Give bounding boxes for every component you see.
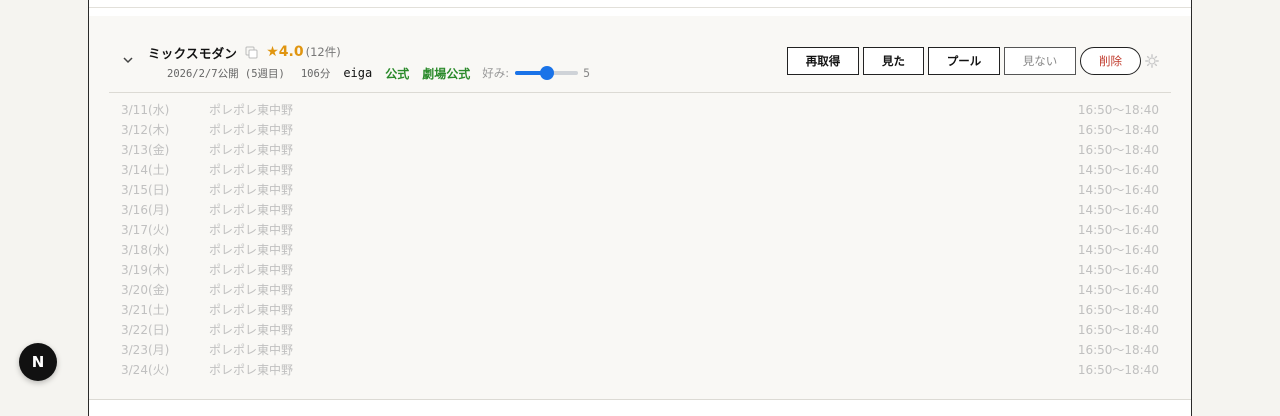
not-watching-button[interactable]: 見ない xyxy=(1004,47,1076,75)
theater-official-link[interactable]: 劇場公式 xyxy=(422,65,470,82)
showing-date: 3/19(木) xyxy=(121,263,170,277)
card-divider xyxy=(109,92,1171,93)
showing-row[interactable]: 3/20(金) ポレポレ東中野 14:50〜16:40 xyxy=(89,280,1191,300)
showing-venue: ポレポレ東中野 xyxy=(209,123,294,137)
showing-time: 14:50〜16:40 xyxy=(1077,183,1159,197)
app-menu-button[interactable]: N xyxy=(19,343,57,381)
showing-date: 3/13(金) xyxy=(121,143,170,157)
title-line: ミックスモダン ★4.0 (12件) xyxy=(148,43,341,61)
rating-count: (12件) xyxy=(305,45,341,59)
showing-date: 3/22(日) xyxy=(121,323,170,337)
showing-venue: ポレポレ東中野 xyxy=(209,263,294,277)
showings-list: 3/11(水) ポレポレ東中野 16:50〜18:40 3/12(木) ポレポレ東中野 1… xyxy=(89,100,1191,380)
slider-thumb[interactable] xyxy=(539,66,554,80)
showing-row[interactable]: 3/24(火) ポレポレ東中野 16:50〜18:40 xyxy=(89,360,1191,380)
refetch-button[interactable]: 再取得 xyxy=(787,47,859,75)
pool-button[interactable]: プール xyxy=(928,47,1000,75)
showing-venue: ポレポレ東中野 xyxy=(209,203,294,217)
showing-row[interactable]: 3/15(日) ポレポレ東中野 14:50〜16:40 xyxy=(89,180,1191,200)
showing-venue: ポレポレ東中野 xyxy=(209,283,294,297)
showing-row[interactable]: 3/23(月) ポレポレ東中野 16:50〜18:40 xyxy=(89,340,1191,360)
preference-label: 好み: xyxy=(482,66,510,80)
watched-button[interactable]: 見た xyxy=(863,47,924,75)
showing-time: 14:50〜16:40 xyxy=(1077,223,1159,237)
showing-row[interactable]: 3/19(木) ポレポレ東中野 14:50〜16:40 xyxy=(89,260,1191,280)
movie-card: ミックスモダン ★4.0 (12件) 2026/2/7公開 (5週目) 106分… xyxy=(89,16,1191,400)
showing-time: 16:50〜18:40 xyxy=(1077,303,1159,317)
showing-time: 16:50〜18:40 xyxy=(1077,123,1159,137)
delete-button[interactable]: 削除 xyxy=(1080,47,1141,75)
showing-venue: ポレポレ東中野 xyxy=(209,303,294,317)
meta-line: 2026/2/7公開 (5週目) 106分 eiga 公式 劇場公式 好み: 5 xyxy=(167,64,590,82)
rating-score: ★4.0 xyxy=(266,44,304,60)
official-link[interactable]: 公式 xyxy=(385,65,409,82)
showing-date: 3/12(木) xyxy=(121,123,170,137)
showing-date: 3/14(土) xyxy=(121,163,170,177)
showing-venue: ポレポレ東中野 xyxy=(209,323,294,337)
showing-row[interactable]: 3/17(火) ポレポレ東中野 14:50〜16:40 xyxy=(89,220,1191,240)
showing-time: 14:50〜16:40 xyxy=(1077,243,1159,257)
showing-row[interactable]: 3/13(金) ポレポレ東中野 16:50〜18:40 xyxy=(89,140,1191,160)
showing-venue: ポレポレ東中野 xyxy=(209,223,294,237)
showing-venue: ポレポレ東中野 xyxy=(209,143,294,157)
movie-list-panel: ミックスモダン ★4.0 (12件) 2026/2/7公開 (5週目) 106分… xyxy=(88,0,1192,416)
preference-value: 5 xyxy=(583,66,591,80)
showing-time: 14:50〜16:40 xyxy=(1077,203,1159,217)
showing-date: 3/20(金) xyxy=(121,283,170,297)
showing-venue: ポレポレ東中野 xyxy=(209,343,294,357)
movie-title[interactable]: ミックスモダン xyxy=(148,43,237,62)
showing-row[interactable]: 3/22(日) ポレポレ東中野 16:50〜18:40 xyxy=(89,320,1191,340)
showing-time: 16:50〜18:40 xyxy=(1077,343,1159,357)
showing-date: 3/23(月) xyxy=(121,343,170,357)
showing-date: 3/21(土) xyxy=(121,303,170,317)
showing-date: 3/15(日) xyxy=(121,183,170,197)
previous-movie-card xyxy=(89,0,1191,8)
gear-icon[interactable] xyxy=(1145,54,1159,68)
release-info: 2026/2/7公開 (5週目) xyxy=(167,67,285,80)
showing-time: 14:50〜16:40 xyxy=(1077,163,1159,177)
showing-venue: ポレポレ東中野 xyxy=(209,103,294,117)
showing-date: 3/16(月) xyxy=(121,203,170,217)
copy-icon[interactable] xyxy=(245,46,258,59)
showing-venue: ポレポレ東中野 xyxy=(209,183,294,197)
preference-slider[interactable] xyxy=(515,66,579,80)
showing-date: 3/17(火) xyxy=(121,223,170,237)
showing-row[interactable]: 3/11(水) ポレポレ東中野 16:50〜18:40 xyxy=(89,100,1191,120)
showing-row[interactable]: 3/18(水) ポレポレ東中野 14:50〜16:40 xyxy=(89,240,1191,260)
showing-time: 14:50〜16:40 xyxy=(1077,263,1159,277)
showing-time: 16:50〜18:40 xyxy=(1077,363,1159,377)
showing-time: 16:50〜18:40 xyxy=(1077,143,1159,157)
showing-venue: ポレポレ東中野 xyxy=(209,243,294,257)
showing-row[interactable]: 3/16(月) ポレポレ東中野 14:50〜16:40 xyxy=(89,200,1191,220)
source-link[interactable]: eiga xyxy=(343,66,372,80)
showing-date: 3/18(水) xyxy=(121,243,170,257)
showing-venue: ポレポレ東中野 xyxy=(209,163,294,177)
showing-venue: ポレポレ東中野 xyxy=(209,363,294,377)
showing-time: 16:50〜18:40 xyxy=(1077,103,1159,117)
runtime: 106分 xyxy=(300,67,331,80)
showing-time: 16:50〜18:40 xyxy=(1077,323,1159,337)
showing-row[interactable]: 3/21(土) ポレポレ東中野 16:50〜18:40 xyxy=(89,300,1191,320)
showing-time: 14:50〜16:40 xyxy=(1077,283,1159,297)
showing-row[interactable]: 3/12(木) ポレポレ東中野 16:50〜18:40 xyxy=(89,120,1191,140)
showing-row[interactable]: 3/14(土) ポレポレ東中野 14:50〜16:40 xyxy=(89,160,1191,180)
showing-date: 3/24(火) xyxy=(121,363,170,377)
chevron-down-icon[interactable] xyxy=(121,53,135,67)
showing-date: 3/11(水) xyxy=(121,103,170,117)
